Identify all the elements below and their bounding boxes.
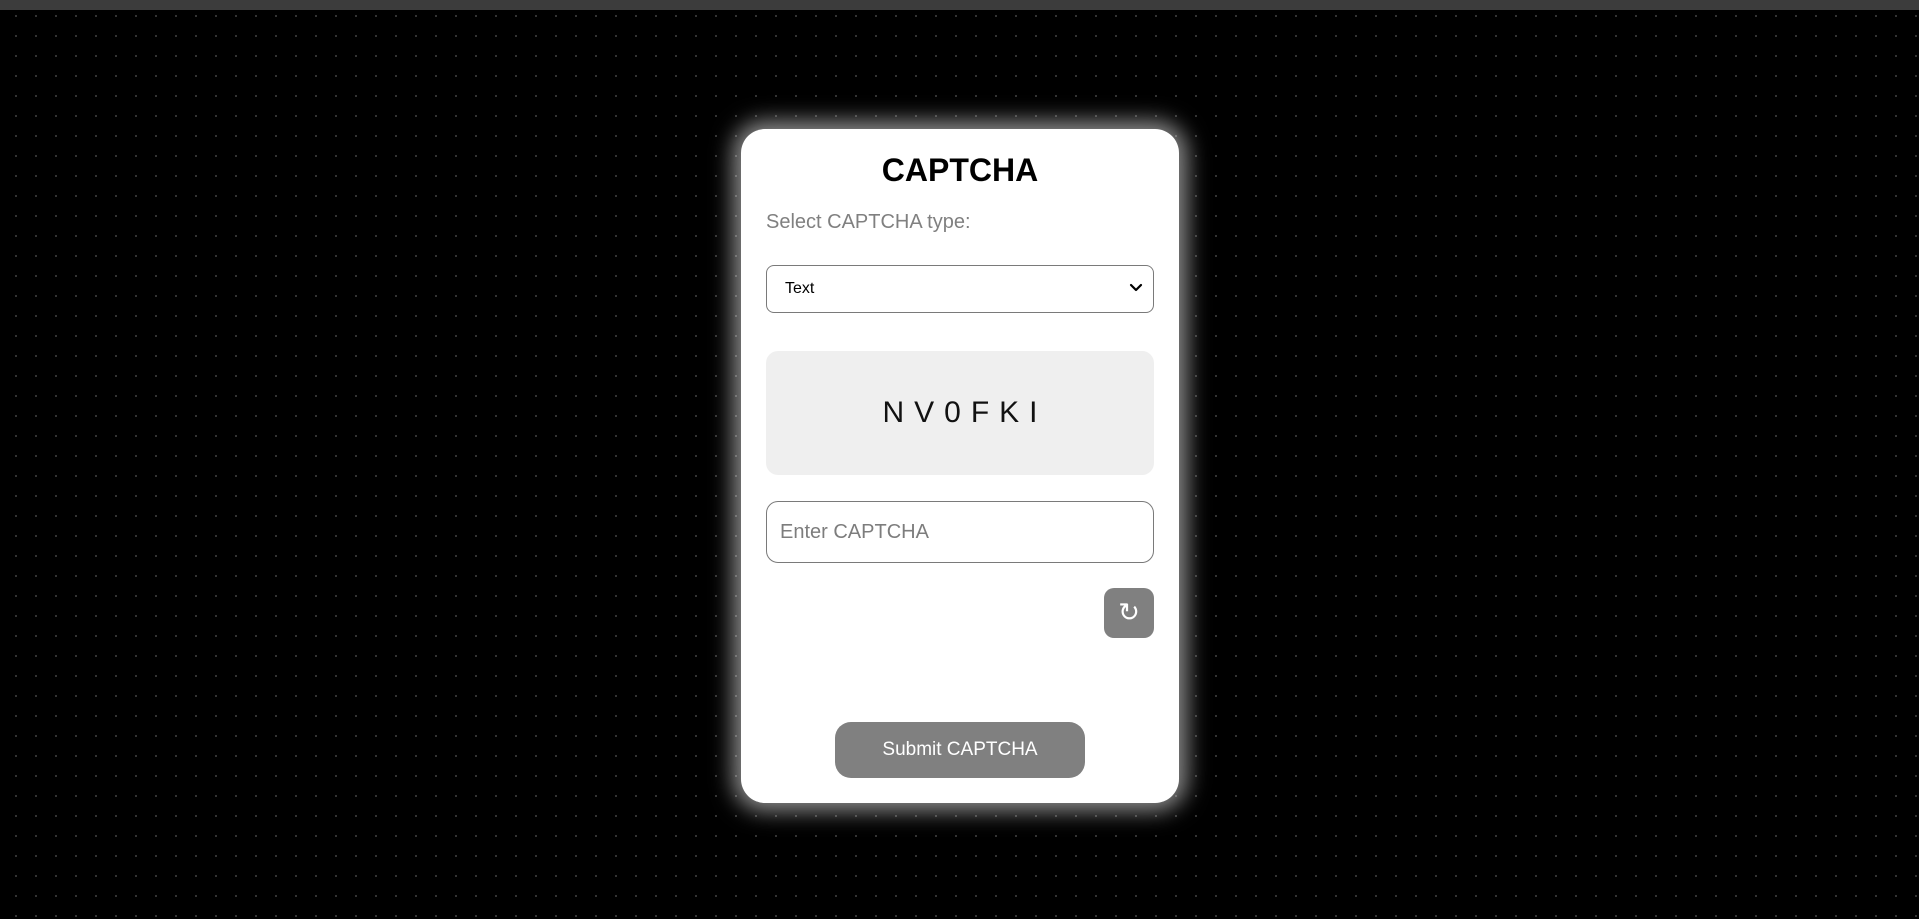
refresh-button[interactable]: ↻ [1104, 588, 1154, 638]
submit-captcha-button[interactable]: Submit CAPTCHA [835, 722, 1085, 778]
refresh-icon: ↻ [1118, 598, 1140, 628]
captcha-challenge-text: NV0FKI [882, 396, 1048, 429]
captcha-card: CAPTCHA Select CAPTCHA type: Text NV0FKI… [741, 129, 1179, 803]
captcha-type-select[interactable]: Text [766, 265, 1154, 313]
refresh-row: ↻ [766, 588, 1154, 638]
page-title: CAPTCHA [881, 152, 1039, 188]
captcha-type-selected-value: Text [785, 280, 815, 297]
chevron-down-icon [1129, 283, 1143, 292]
captcha-challenge-box: NV0FKI [766, 351, 1154, 475]
captcha-type-label: Select CAPTCHA type: [766, 211, 971, 233]
browser-top-strip [0, 0, 1919, 10]
captcha-input[interactable] [766, 501, 1154, 563]
